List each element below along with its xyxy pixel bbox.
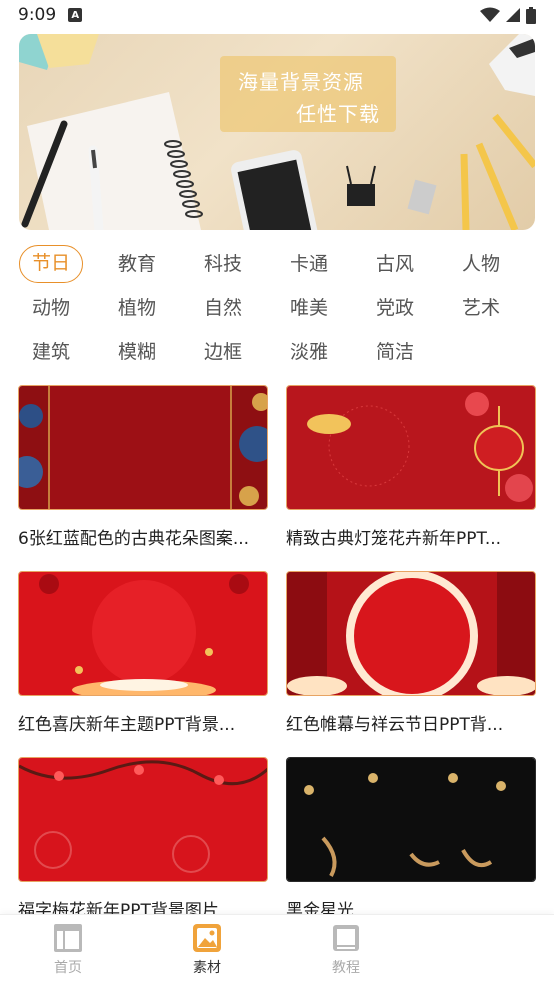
template-thumbnail	[18, 385, 268, 510]
wifi-icon	[480, 7, 500, 22]
category-tag-aesthetic[interactable]: 唯美	[277, 289, 341, 327]
category-tag-art[interactable]: 艺术	[449, 289, 513, 327]
nav-tab-materials[interactable]: 素材	[157, 923, 257, 977]
status-bar: 9:09 A	[0, 0, 554, 30]
category-tag-ancient[interactable]: 古风	[363, 245, 427, 283]
category-tag-people[interactable]: 人物	[449, 245, 513, 283]
status-time: 9:09	[18, 5, 57, 25]
category-tag-nature[interactable]: 自然	[191, 289, 255, 327]
promo-banner[interactable]: 海量背景资源 任性下载	[19, 34, 535, 230]
battery-icon	[526, 6, 536, 24]
template-title: 精致古典灯笼花卉新年PPT...	[286, 529, 502, 549]
category-tag-technology[interactable]: 科技	[191, 245, 255, 283]
category-tag-education[interactable]: 教育	[105, 245, 169, 283]
category-tag-politics[interactable]: 党政	[363, 289, 427, 327]
template-card[interactable]: 红色帷幕与祥云节日PPT背...	[286, 571, 536, 735]
template-card[interactable]: 红色喜庆新年主题PPT背景...	[18, 571, 268, 735]
category-tag-festival[interactable]: 节日	[19, 245, 83, 283]
category-tag-simple[interactable]: 简洁	[363, 333, 427, 371]
category-tag-animals[interactable]: 动物	[19, 289, 83, 327]
template-thumbnail	[18, 757, 268, 882]
template-title: 红色帷幕与祥云节日PPT背...	[286, 715, 504, 735]
template-card[interactable]: 黑金星光	[286, 757, 536, 921]
nav-label: 首页	[54, 960, 82, 976]
template-card[interactable]: 精致古典灯笼花卉新年PPT...	[286, 385, 536, 549]
template-card[interactable]: 6张红蓝配色的古典花朵图案...	[18, 385, 268, 549]
banner-subtitle: 任性下载	[296, 102, 380, 126]
template-thumbnail	[286, 571, 536, 696]
book-icon	[333, 925, 359, 951]
nav-label: 素材	[193, 960, 221, 976]
nav-tab-home[interactable]: 首页	[18, 923, 118, 977]
category-tag-border[interactable]: 边框	[191, 333, 255, 371]
bottom-navigation: 首页 素材 教程	[0, 914, 554, 984]
notification-icon: A	[68, 8, 83, 22]
image-icon	[193, 924, 221, 952]
banner-text-card: 海量背景资源 任性下载	[220, 56, 396, 132]
category-tag-blur[interactable]: 模糊	[105, 333, 169, 371]
template-card[interactable]: 福字梅花新年PPT背景图片	[18, 757, 268, 921]
template-thumbnail	[286, 385, 536, 510]
category-tag-plants[interactable]: 植物	[105, 289, 169, 327]
nav-tab-tutorials[interactable]: 教程	[296, 923, 396, 977]
template-thumbnail	[18, 571, 268, 696]
template-title: 6张红蓝配色的古典花朵图案...	[18, 529, 250, 549]
category-tag-architecture[interactable]: 建筑	[19, 333, 83, 371]
nav-label: 教程	[332, 960, 360, 976]
category-tag-elegant[interactable]: 淡雅	[277, 333, 341, 371]
template-title: 红色喜庆新年主题PPT背景...	[18, 715, 236, 735]
home-icon	[54, 924, 82, 952]
signal-icon	[506, 8, 520, 22]
category-tag-cartoon[interactable]: 卡通	[277, 245, 341, 283]
banner-title: 海量背景资源	[238, 70, 364, 94]
template-thumbnail	[286, 757, 536, 882]
